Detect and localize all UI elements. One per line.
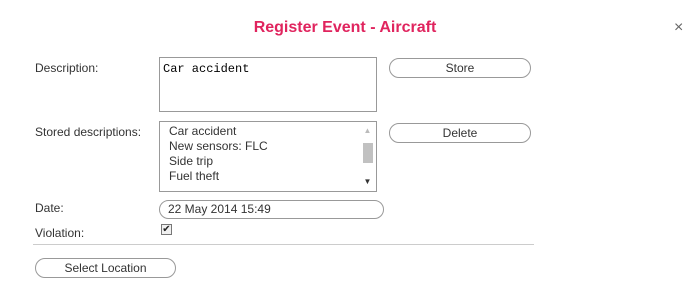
delete-button[interactable]: Delete [389, 123, 531, 143]
stored-descriptions-label: Stored descriptions: [35, 125, 142, 139]
list-item[interactable]: Car accident [160, 124, 360, 139]
date-label: Date: [35, 201, 64, 215]
divider [33, 244, 534, 245]
description-textarea[interactable]: Car accident [159, 57, 377, 112]
checkmark-icon: ✔ [162, 224, 171, 235]
close-icon[interactable]: × [674, 20, 683, 36]
scroll-up-arrow-icon[interactable]: ▲ [359, 124, 376, 138]
list-item[interactable]: New sensors: FLC [160, 139, 360, 154]
dialog-title: Register Event - Aircraft [253, 19, 437, 36]
select-location-button[interactable]: Select Location [35, 258, 176, 278]
list-item[interactable]: Fuel theft [160, 169, 360, 184]
description-label: Description: [35, 61, 99, 75]
scroll-down-arrow-icon[interactable]: ▼ [359, 175, 376, 189]
scrollbar-thumb[interactable] [363, 143, 373, 163]
stored-descriptions-listbox[interactable]: Car accident New sensors: FLC Side trip … [159, 121, 377, 192]
stored-descriptions-items: Car accident New sensors: FLC Side trip … [160, 122, 360, 184]
register-event-dialog: Register Event - Aircraft × Description:… [0, 0, 690, 293]
violation-label: Violation: [35, 226, 85, 240]
date-input[interactable]: 22 May 2014 15:49 [159, 200, 384, 219]
violation-checkbox[interactable]: ✔ [161, 224, 172, 235]
store-button[interactable]: Store [389, 58, 531, 78]
listbox-scrollbar[interactable]: ▲ ▼ [359, 122, 376, 191]
list-item[interactable]: Side trip [160, 154, 360, 169]
